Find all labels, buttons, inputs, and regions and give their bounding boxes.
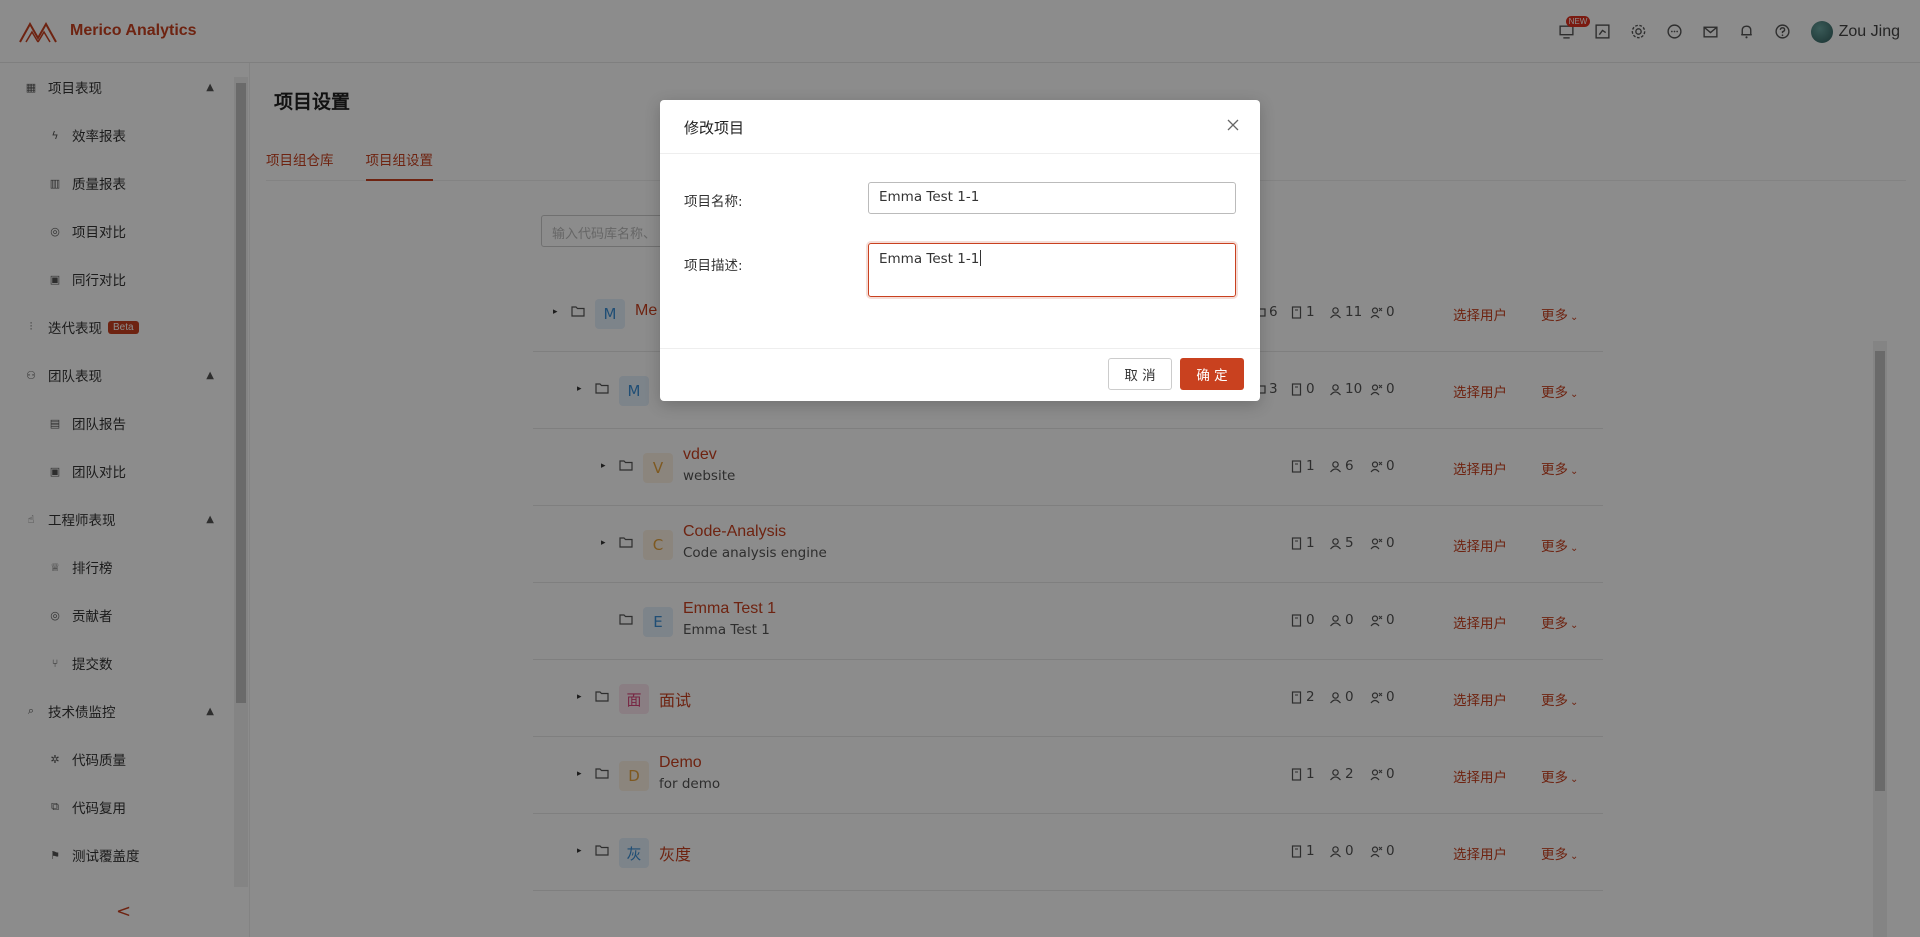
project-name-input[interactable]: Emma Test 1-1 <box>868 182 1236 214</box>
project-desc-value: Emma Test 1-1 <box>879 251 980 267</box>
edit-project-dialog: 修改项目 项目名称: Emma Test 1-1 项目描述: Emma Test… <box>660 100 1260 401</box>
project-desc-textarea[interactable]: Emma Test 1-1 <box>868 243 1236 297</box>
project-name-label: 项目名称: <box>684 194 743 210</box>
dialog-footer: 取 消 确 定 <box>660 348 1260 401</box>
close-icon[interactable] <box>1226 118 1240 132</box>
cancel-button[interactable]: 取 消 <box>1108 358 1172 390</box>
dialog-header: 修改项目 <box>660 100 1260 154</box>
text-cursor <box>980 250 982 266</box>
project-desc-label: 项目描述: <box>684 258 743 274</box>
confirm-button[interactable]: 确 定 <box>1180 358 1244 390</box>
dialog-title: 修改项目 <box>684 119 745 137</box>
